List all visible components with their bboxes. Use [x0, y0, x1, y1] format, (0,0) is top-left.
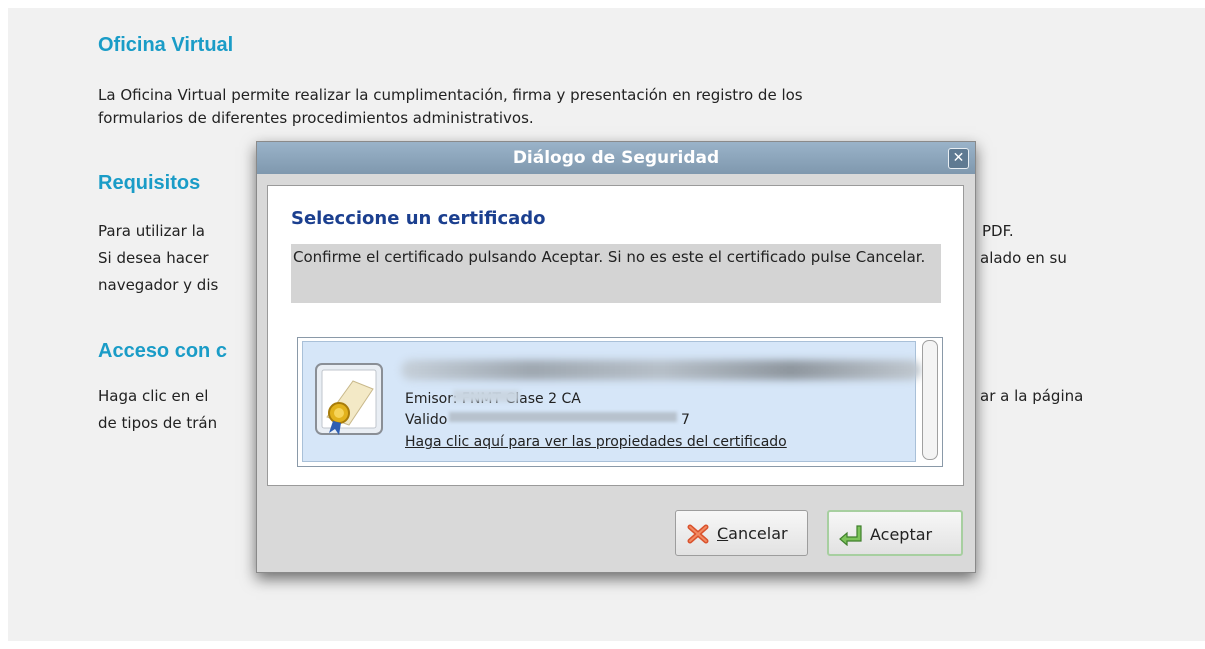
- paragraph-intro-line1: La Oficina Virtual permite realizar la c…: [98, 86, 803, 104]
- confirm-message: Confirme el certificado pulsando Aceptar…: [291, 244, 941, 303]
- certificate-properties-link[interactable]: Haga clic aquí para ver las propiedades …: [405, 434, 787, 450]
- cert-valido: Valido: [405, 412, 448, 428]
- paragraph-requisitos-line2: Si desea hacer: [98, 249, 209, 267]
- list-scrollbar[interactable]: [922, 340, 938, 460]
- paragraph-acceso-line1-tail: ar a la página: [980, 387, 1084, 405]
- cert-valido-tail: 7: [681, 412, 690, 428]
- paragraph-requisitos-line3: navegador y dis: [98, 276, 219, 294]
- redacted-name: [401, 360, 921, 380]
- paragraph-requisitos-line2-tail: alado en su: [980, 249, 1067, 267]
- certificate-item[interactable]: Emisor: FNMT Clase 2 CA Valido 7 Haga cl…: [302, 341, 921, 462]
- paragraph-requisitos-line1: Para utilizar la: [98, 222, 205, 240]
- cancel-x-icon: [687, 524, 709, 544]
- heading-oficina-virtual: Oficina Virtual: [98, 34, 234, 56]
- redacted-emisor: [453, 390, 519, 402]
- accept-label: Aceptar: [870, 525, 933, 544]
- close-icon[interactable]: ✕: [948, 148, 969, 169]
- dialog-content: Seleccione un certificado Confirme el ce…: [267, 185, 964, 486]
- redacted-dates: [449, 412, 677, 422]
- security-dialog: Diálogo de Seguridad ✕ Seleccione un cer…: [256, 141, 976, 573]
- paragraph-acceso-line1: Haga clic en el: [98, 387, 209, 405]
- heading-requisitos: Requisitos: [98, 172, 201, 194]
- enter-arrow-icon: [839, 525, 862, 546]
- cancel-label: Cancelar: [717, 524, 788, 543]
- certificate-icon: [315, 363, 383, 435]
- accept-button[interactable]: Aceptar: [827, 510, 963, 556]
- dialog-titlebar[interactable]: Diálogo de Seguridad ✕: [257, 142, 975, 174]
- select-certificate-title: Seleccione un certificado: [291, 208, 546, 229]
- certificate-list[interactable]: Emisor: FNMT Clase 2 CA Valido 7 Haga cl…: [297, 337, 943, 467]
- heading-acceso: Acceso con c: [98, 340, 227, 362]
- paragraph-intro-line2: formularios de diferentes procedimientos…: [98, 109, 534, 127]
- cancel-button[interactable]: Cancelar: [675, 510, 808, 556]
- paragraph-requisitos-line1-tail: PDF.: [982, 222, 1014, 240]
- dialog-title: Diálogo de Seguridad: [512, 148, 720, 168]
- paragraph-acceso-line2: de tipos de trán: [98, 414, 218, 432]
